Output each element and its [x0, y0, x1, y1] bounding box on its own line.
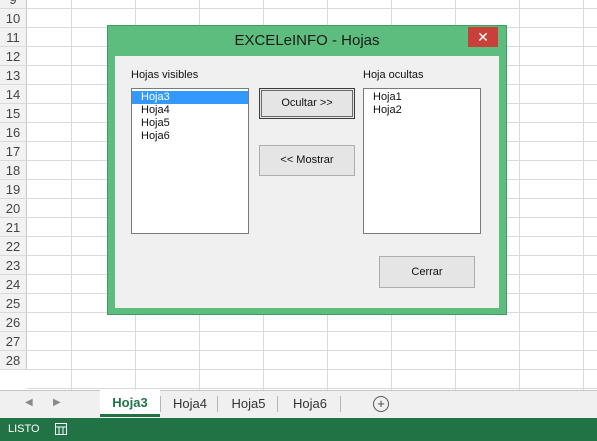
- tab-divider: [217, 396, 218, 412]
- list-item[interactable]: Hoja3: [132, 91, 248, 104]
- row-header[interactable]: 20: [0, 199, 27, 218]
- status-text: LISTO: [8, 423, 40, 435]
- row-header[interactable]: 10: [0, 9, 27, 28]
- list-item[interactable]: Hoja4: [132, 104, 248, 117]
- list-item[interactable]: Hoja2: [364, 104, 480, 117]
- row-header[interactable]: 27: [0, 332, 27, 351]
- row-header[interactable]: 14: [0, 85, 27, 104]
- row-header[interactable]: 26: [0, 313, 27, 332]
- row-header[interactable]: 17: [0, 142, 27, 161]
- row-header[interactable]: 28: [0, 351, 27, 370]
- list-item[interactable]: Hoja5: [132, 117, 248, 130]
- tab-divider: [340, 396, 341, 412]
- list-item[interactable]: Hoja1: [364, 91, 480, 104]
- hojas-dialog: EXCELeINFO - Hojas ✕ Hojas visibles Hoja…: [107, 25, 507, 315]
- dialog-body: Hojas visibles Hoja ocultas Hoja3 Hoja4 Ho…: [115, 56, 499, 308]
- status-bar: LISTO: [0, 418, 597, 441]
- list-item[interactable]: Hoja6: [132, 130, 248, 143]
- sheet-tab-bar: ◀ ▶ Hoja3 Hoja4 Hoja5 Hoja6 +: [0, 390, 597, 418]
- row-header[interactable]: 24: [0, 275, 27, 294]
- visible-sheets-label: Hojas visibles: [131, 69, 199, 81]
- row-header[interactable]: 18: [0, 161, 27, 180]
- row-header[interactable]: 19: [0, 180, 27, 199]
- tab-divider: [277, 396, 278, 412]
- row-header[interactable]: 9: [0, 0, 27, 9]
- sheet-tab[interactable]: Hoja4: [163, 391, 217, 417]
- sheet-tab[interactable]: Hoja3: [100, 390, 160, 417]
- macro-recording-icon[interactable]: [55, 423, 67, 435]
- dialog-title: EXCELeINFO - Hojas: [234, 32, 380, 49]
- row-header[interactable]: 15: [0, 104, 27, 123]
- row-headers: 910111213141516171819202122232425262728: [0, 0, 27, 370]
- add-sheet-icon[interactable]: +: [373, 396, 389, 412]
- hidden-sheets-label: Hoja ocultas: [363, 69, 424, 81]
- show-sheets-button[interactable]: << Mostrar: [259, 145, 355, 176]
- row-header[interactable]: 11: [0, 28, 27, 47]
- visible-sheets-listbox[interactable]: Hoja3 Hoja4 Hoja5 Hoja6: [131, 88, 249, 234]
- close-dialog-button[interactable]: Cerrar: [379, 256, 475, 288]
- row-header[interactable]: 25: [0, 294, 27, 313]
- scroll-tabs-right-icon[interactable]: ▶: [53, 397, 61, 408]
- row-header[interactable]: 13: [0, 66, 27, 85]
- row-header[interactable]: 23: [0, 256, 27, 275]
- sheet-tab[interactable]: Hoja6: [280, 391, 340, 417]
- row-header[interactable]: 12: [0, 47, 27, 66]
- hide-sheets-button[interactable]: Ocultar >>: [259, 88, 355, 119]
- row-header[interactable]: 21: [0, 218, 27, 237]
- close-icon[interactable]: ✕: [468, 27, 498, 47]
- sheet-tab[interactable]: Hoja5: [220, 391, 277, 417]
- scroll-tabs-left-icon[interactable]: ◀: [25, 397, 33, 408]
- row-header[interactable]: 22: [0, 237, 27, 256]
- row-header[interactable]: 16: [0, 123, 27, 142]
- tab-divider: [160, 396, 161, 412]
- hidden-sheets-listbox[interactable]: Hoja1 Hoja2: [363, 88, 481, 234]
